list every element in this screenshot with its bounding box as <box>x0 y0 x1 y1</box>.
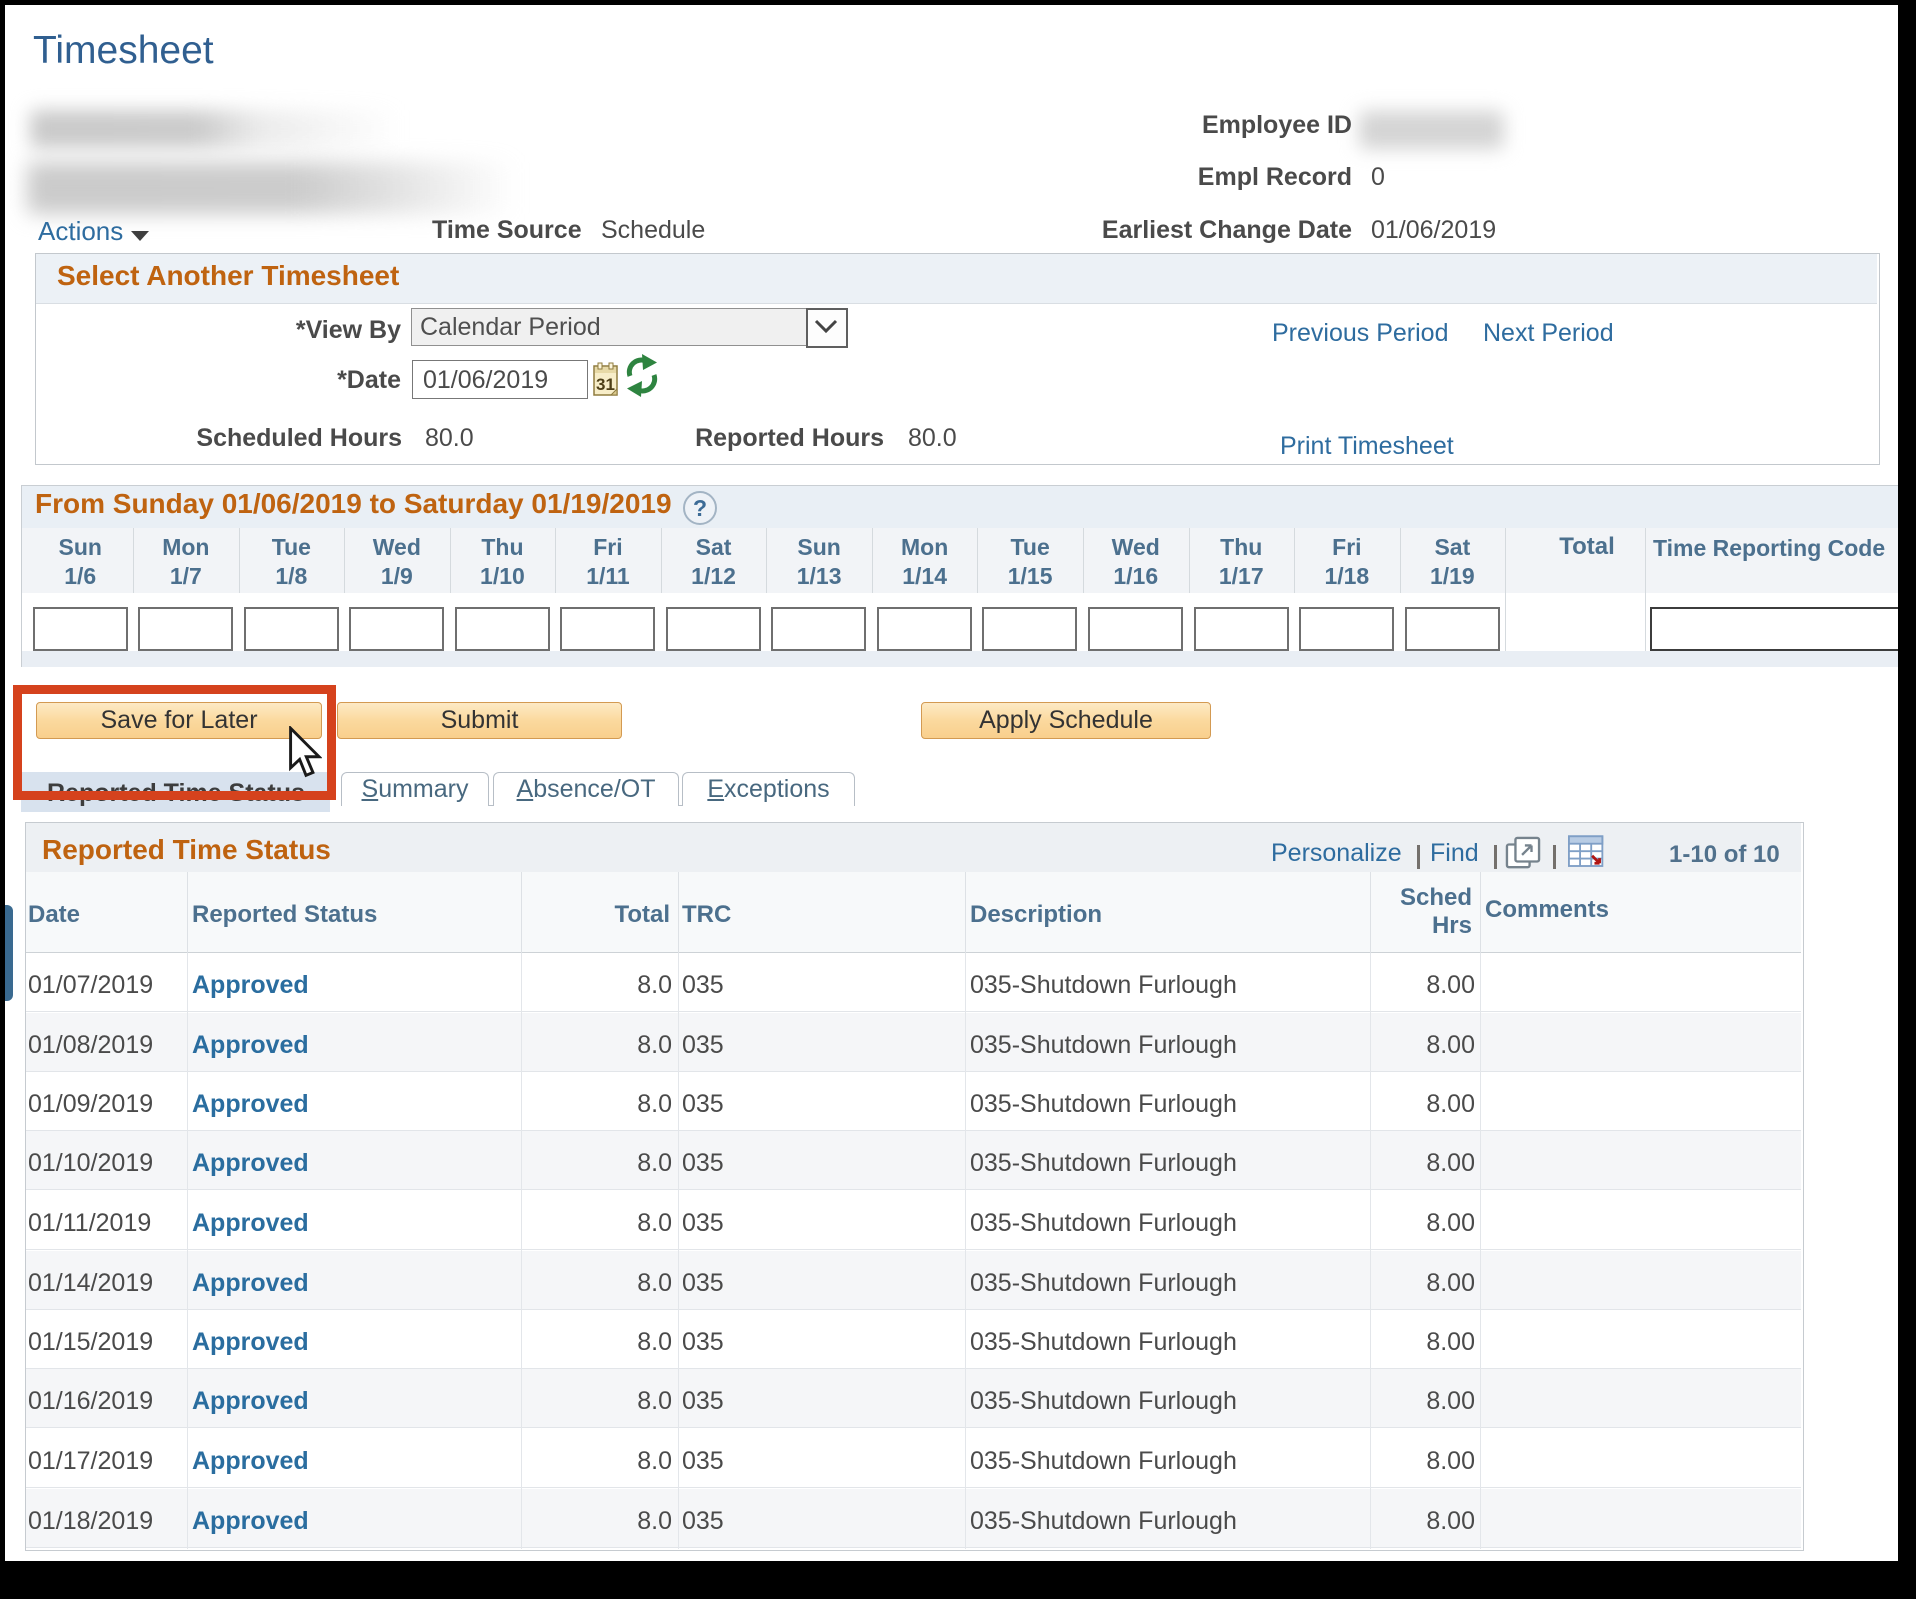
svg-text:31: 31 <box>596 375 615 394</box>
